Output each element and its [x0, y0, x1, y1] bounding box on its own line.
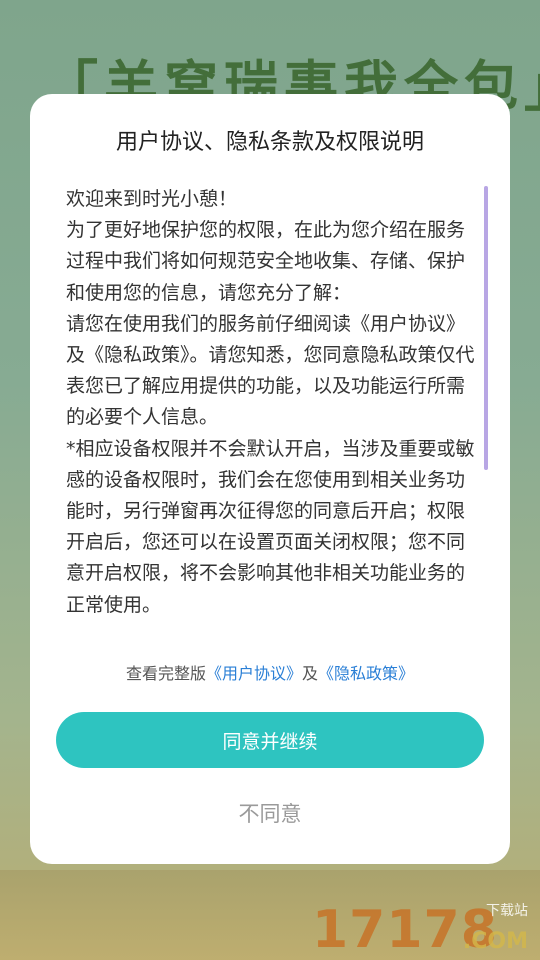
links-prefix: 查看完整版 [125, 664, 206, 683]
terms-paragraph: 欢迎来到时光小憩！ [66, 188, 238, 210]
scrollbar-thumb[interactable] [484, 186, 488, 470]
site-watermark: 17178 下载站 .COM [312, 900, 532, 960]
disagree-button[interactable]: 不同意 [30, 794, 510, 834]
agree-continue-button[interactable]: 同意并继续 [56, 712, 484, 768]
watermark-label: 下载站 [486, 903, 528, 919]
privacy-policy-link[interactable]: 《隐私政策》 [318, 664, 414, 683]
watermark-suffix: .COM [462, 929, 528, 954]
terms-paragraph: 为了更好地保护您的权限，在此为您介绍在服务过程中我们将如何规范安全地收集、存储、… [66, 219, 466, 304]
terms-paragraph: *相应设备权限并不会默认开启，当涉及重要或敏感的设备权限时，我们会在您使用到相关… [66, 437, 475, 616]
links-joiner: 及 [302, 664, 319, 683]
terms-text: 欢迎来到时光小憩！ 为了更好地保护您的权限，在此为您介绍在服务过程中我们将如何规… [66, 184, 476, 621]
privacy-dialog: 用户协议、隐私条款及权限说明 欢迎来到时光小憩！ 为了更好地保护您的权限，在此为… [30, 94, 510, 864]
terms-scroll-area[interactable]: 欢迎来到时光小憩！ 为了更好地保护您的权限，在此为您介绍在服务过程中我们将如何规… [66, 184, 476, 636]
app-screen: 「羊窝瑞事我全包」 17178 下载站 .COM 用户协议、隐私条款及权限说明 … [0, 0, 540, 960]
full-terms-links: 查看完整版《用户协议》及《隐私政策》 [30, 660, 510, 684]
dialog-title: 用户协议、隐私条款及权限说明 [115, 130, 424, 155]
terms-paragraph: 请您在使用我们的服务前仔细阅读《用户协议》及《隐私政策》。请您知悉，您同意隐私政… [66, 312, 475, 429]
user-agreement-link[interactable]: 《用户协议》 [206, 664, 302, 683]
